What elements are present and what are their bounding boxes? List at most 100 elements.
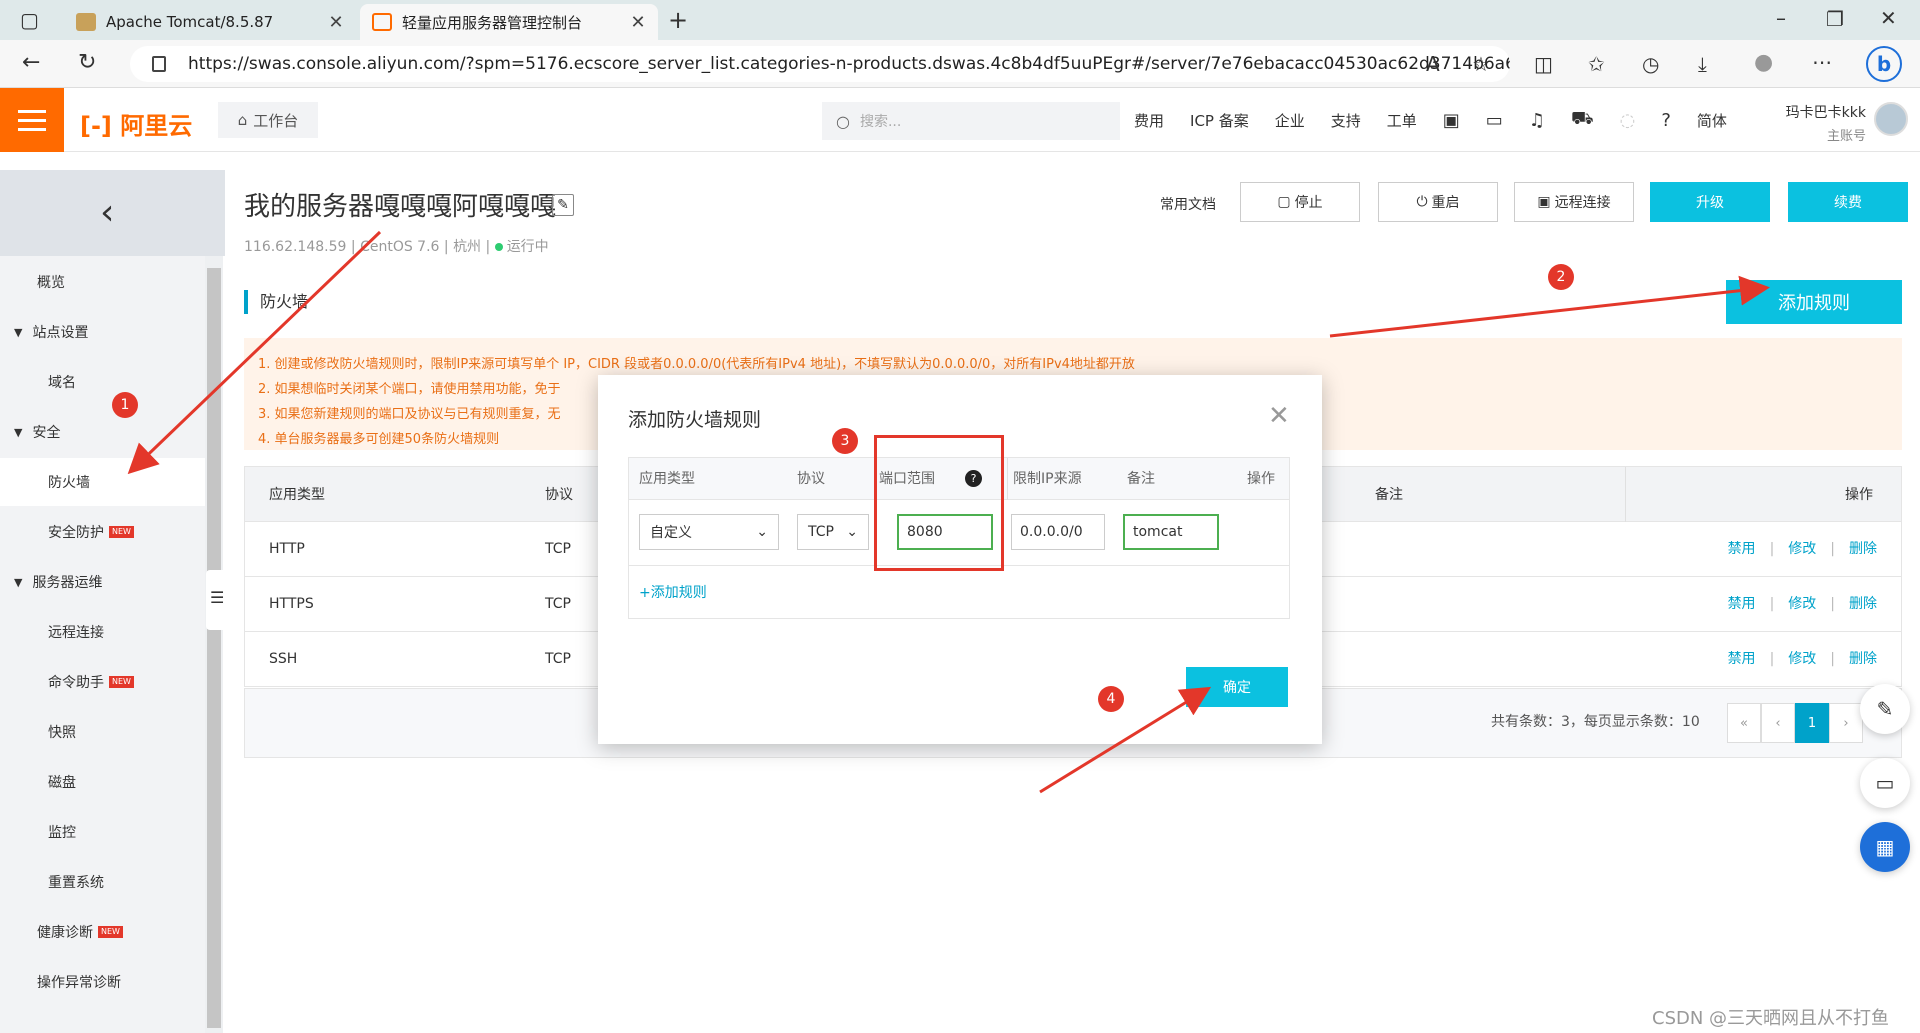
app-type-select[interactable]: 自定义 ⌄	[639, 514, 779, 550]
sidebar-item-monitor[interactable]: 监控	[0, 808, 205, 856]
sidebar-group-site[interactable]: ▼ 站点设置	[0, 308, 205, 356]
search-icon: ○	[836, 111, 850, 131]
nav-ticket[interactable]: 工单	[1387, 110, 1417, 131]
sidebar-scrollbar[interactable]	[207, 268, 221, 1028]
nav-support[interactable]: 支持	[1331, 110, 1361, 131]
sidebar-item-overview[interactable]: 概览	[0, 258, 205, 306]
nav-icp[interactable]: ICP 备案	[1190, 110, 1249, 131]
refresh-icon[interactable]: ↻	[78, 52, 96, 74]
delete-link[interactable]: 删除	[1849, 596, 1877, 612]
user-info[interactable]: 玛卡巴卡kkk 主账号	[1776, 102, 1866, 144]
download-icon[interactable]: ⤓	[1698, 54, 1707, 74]
profile-icon[interactable]: ●	[1754, 52, 1773, 74]
disable-link[interactable]: 禁用	[1728, 541, 1756, 557]
sidebar-item-disk[interactable]: 磁盘	[0, 758, 205, 806]
chat-icon[interactable]: ▭	[1860, 758, 1910, 808]
edit-link[interactable]: 修改	[1788, 596, 1816, 612]
disable-link[interactable]: 禁用	[1728, 596, 1756, 612]
read-aloud-icon[interactable]: A	[1426, 54, 1440, 74]
stop-button[interactable]: ▢ 停止	[1240, 182, 1360, 222]
col-app-type: 应用类型	[639, 471, 695, 487]
home-icon: ⌂	[237, 111, 248, 129]
next-page-button[interactable]: ›	[1829, 703, 1863, 743]
sidebar-item-firewall[interactable]: 防火墙	[0, 458, 205, 506]
minimize-icon[interactable]: –	[1776, 8, 1786, 28]
close-tab-icon[interactable]: ✕	[328, 12, 344, 33]
sidebar-item-domain[interactable]: 域名	[0, 358, 205, 406]
browser-tab-tomcat[interactable]: Apache Tomcat/8.5.87 ✕	[64, 4, 356, 40]
nav-enterprise[interactable]: 企业	[1275, 110, 1305, 131]
sidebar-item-reset[interactable]: 重置系统	[0, 858, 205, 906]
prev-page-button[interactable]: ‹	[1761, 703, 1795, 743]
new-badge: NEW	[98, 926, 123, 938]
close-tab-icon[interactable]: ✕	[630, 12, 646, 33]
nav-fees[interactable]: 费用	[1134, 110, 1164, 131]
grid-app-icon[interactable]: ▦	[1860, 822, 1910, 872]
sidebar-item-protection[interactable]: 安全防护 NEW	[0, 508, 205, 556]
delete-link[interactable]: 删除	[1849, 541, 1877, 557]
maximize-icon[interactable]: ❐	[1826, 9, 1844, 29]
sidebar-item-command[interactable]: 命令助手 NEW	[0, 658, 205, 706]
confirm-button[interactable]: 确定	[1186, 667, 1288, 707]
more-icon[interactable]: ⋯	[1812, 52, 1832, 72]
bulb-icon[interactable]: ◌	[1620, 110, 1636, 131]
logo-text: 阿里云	[120, 112, 193, 140]
new-tab-icon[interactable]: +	[668, 8, 688, 32]
sidebar-group-security[interactable]: ▼ 安全	[0, 408, 205, 456]
renew-button[interactable]: 续费	[1788, 182, 1908, 222]
server-ip: 116.62.148.59	[244, 239, 347, 255]
edit-link[interactable]: 修改	[1788, 541, 1816, 557]
window-menu-icon[interactable]: ▢	[20, 10, 39, 30]
remote-button[interactable]: ▣ 远程连接	[1514, 182, 1634, 222]
lang-switch[interactable]: 简体	[1697, 110, 1727, 131]
split-screen-icon[interactable]: ◫	[1534, 54, 1553, 74]
browser-tab-console[interactable]: 轻量应用服务器管理控制台 ✕	[360, 4, 658, 40]
upgrade-button[interactable]: 升级	[1650, 182, 1770, 222]
bell-icon[interactable]: ♫	[1529, 110, 1545, 131]
add-rule-button[interactable]: 添加规则	[1726, 280, 1902, 324]
ip-source-input[interactable]: 0.0.0.0/0	[1011, 514, 1105, 550]
avatar[interactable]	[1874, 102, 1908, 136]
help-icon[interactable]: ?	[1661, 110, 1671, 131]
sidebar: ‹ 概览 ▼ 站点设置 域名 ▼ 安全 防火墙 安全防护 NEW ▼ 服务器运维 远程连…	[0, 170, 225, 1033]
add-rule-link[interactable]: +添加规则	[639, 582, 707, 602]
sidebar-item-remote[interactable]: 远程连接	[0, 608, 205, 656]
close-icon[interactable]: ✕	[1268, 401, 1290, 431]
search-input[interactable]: ○ 搜索...	[822, 102, 1120, 140]
remark-input[interactable]: tomcat	[1123, 514, 1219, 550]
protocol-select[interactable]: TCP ⌄	[797, 514, 869, 550]
cart-icon[interactable]: ⛟	[1571, 108, 1594, 132]
sidebar-item-snapshot[interactable]: 快照	[0, 708, 205, 756]
restart-button[interactable]: ⏻ 重启	[1378, 182, 1498, 222]
row-ops: 禁用 | 修改 | 删除	[1727, 541, 1877, 557]
edit-link[interactable]: 修改	[1788, 651, 1816, 667]
back-icon[interactable]: ←	[22, 52, 40, 74]
workbench-button[interactable]: ⌂ 工作台	[218, 102, 318, 138]
sidebar-back-button[interactable]: ‹	[0, 170, 225, 256]
status-badge: 运行中	[506, 239, 549, 255]
edit-feedback-icon[interactable]: ✎	[1860, 684, 1910, 734]
url-field[interactable]: https://swas.console.aliyun.com/?spm=517…	[130, 46, 1510, 82]
history-icon[interactable]: ◷	[1642, 54, 1659, 74]
chevron-left-icon: ‹	[100, 192, 115, 233]
new-badge: NEW	[109, 526, 134, 538]
sidebar-item-diagnose[interactable]: 操作异常诊断	[0, 958, 205, 1006]
edit-icon[interactable]: ✎	[552, 194, 574, 216]
sidebar-group-ops[interactable]: ▼ 服务器运维	[0, 558, 205, 606]
app-icon[interactable]: ▣	[1443, 110, 1460, 131]
favorites-icon[interactable]: ✩	[1588, 54, 1605, 74]
disable-link[interactable]: 禁用	[1728, 651, 1756, 667]
aliyun-logo[interactable]: [-] 阿里云	[80, 106, 192, 141]
sidebar-collapse-handle[interactable]: ☰	[206, 570, 226, 630]
menu-icon[interactable]	[0, 88, 64, 152]
docs-link[interactable]: 常用文档	[1160, 194, 1216, 214]
current-page-button[interactable]: 1	[1795, 703, 1829, 743]
sidebar-item-health[interactable]: 健康诊断 NEW	[0, 908, 205, 956]
favorite-add-icon[interactable]: ☆	[1472, 54, 1490, 74]
terminal-icon[interactable]: ▭	[1486, 110, 1503, 131]
first-page-button[interactable]: «	[1727, 703, 1761, 743]
bing-icon[interactable]: b	[1866, 46, 1902, 82]
close-window-icon[interactable]: ✕	[1880, 8, 1897, 28]
cell-protocol: TCP	[545, 651, 571, 667]
delete-link[interactable]: 删除	[1849, 651, 1877, 667]
